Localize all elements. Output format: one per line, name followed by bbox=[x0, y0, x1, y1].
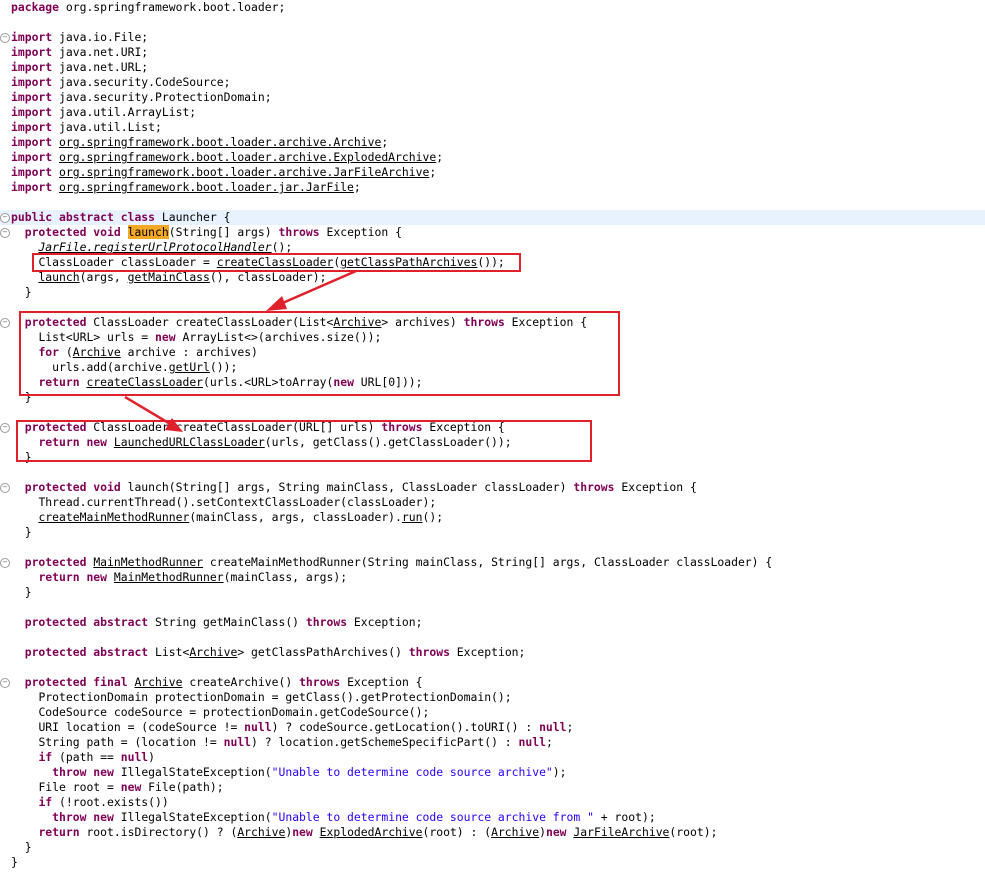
arrow-line bbox=[124, 395, 173, 427]
arrow-line bbox=[277, 269, 357, 307]
annotation-arrows bbox=[124, 269, 357, 432]
code-editor[interactable]: − − − − − − − − package org.springframew… bbox=[0, 0, 985, 876]
arrow-head-icon bbox=[165, 418, 183, 432]
arrow-head-icon bbox=[266, 296, 287, 311]
